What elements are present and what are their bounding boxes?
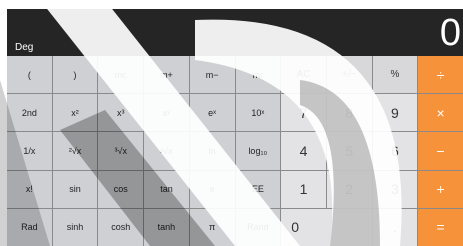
key-2-0[interactable]: 1/x: [7, 132, 52, 170]
display-area: Deg 0: [7, 9, 463, 56]
key-1-9[interactable]: ×: [418, 94, 463, 132]
key-3-2[interactable]: cos: [98, 170, 144, 208]
key-2-8[interactable]: 6: [372, 132, 418, 170]
key-3-4[interactable]: e: [189, 170, 235, 208]
key-0-7[interactable]: +/−: [326, 56, 372, 94]
key-3-3[interactable]: tan: [144, 170, 189, 208]
angle-mode-indicator: Deg: [15, 42, 34, 53]
key-4-6[interactable]: 0: [281, 208, 372, 246]
key-0-2[interactable]: mc: [98, 56, 144, 94]
key-4-2[interactable]: cosh: [98, 208, 144, 246]
key-0-8[interactable]: %: [372, 56, 418, 94]
key-4-4[interactable]: π: [189, 208, 235, 246]
key-1-1[interactable]: x²: [52, 94, 98, 132]
key-3-5[interactable]: EE: [235, 170, 281, 208]
result-display: 0: [439, 12, 461, 54]
key-0-0[interactable]: (: [7, 56, 52, 94]
key-4-5[interactable]: Rand: [235, 208, 281, 246]
key-1-3[interactable]: xʸ: [144, 94, 189, 132]
key-2-6[interactable]: 4: [281, 132, 326, 170]
key-1-0[interactable]: 2nd: [7, 94, 52, 132]
key-3-8[interactable]: 3: [372, 170, 418, 208]
key-0-3[interactable]: m+: [144, 56, 189, 94]
key-2-5[interactable]: log₁₀: [235, 132, 281, 170]
key-4-1[interactable]: sinh: [52, 208, 98, 246]
key-2-9[interactable]: −: [418, 132, 463, 170]
key-2-1[interactable]: ²√x: [52, 132, 98, 170]
key-3-6[interactable]: 1: [281, 170, 326, 208]
key-0-1[interactable]: ): [52, 56, 98, 94]
key-0-5[interactable]: mr: [235, 56, 281, 94]
key-3-9[interactable]: +: [418, 170, 463, 208]
key-0-4[interactable]: m−: [189, 56, 235, 94]
key-0-6[interactable]: AC: [281, 56, 326, 94]
key-2-7[interactable]: 5: [326, 132, 372, 170]
key-2-3[interactable]: ʸ√x: [144, 132, 189, 170]
key-4-0[interactable]: Rad: [7, 208, 52, 246]
key-3-7[interactable]: 2: [326, 170, 372, 208]
key-1-4[interactable]: eˣ: [189, 94, 235, 132]
key-0-9[interactable]: ÷: [418, 56, 463, 94]
key-2-2[interactable]: ³√x: [98, 132, 144, 170]
key-4-3[interactable]: tanh: [144, 208, 189, 246]
key-1-2[interactable]: x³: [98, 94, 144, 132]
calculator: Deg 0 () mc m+ m− mr AC +/−% ÷ 2nd x² x³ xʸ eˣ 10ˣ 7 8 9…: [0, 0, 463, 246]
keypad: () mc m+ m− mr AC +/−% ÷ 2nd x² x³ xʸ eˣ 10ˣ 7 8 9 × 1/x ²√…: [7, 56, 463, 246]
key-2-4[interactable]: ln: [189, 132, 235, 170]
key-1-5[interactable]: 10ˣ: [235, 94, 281, 132]
key-1-7[interactable]: 8: [326, 94, 372, 132]
key-1-8[interactable]: 9: [372, 94, 418, 132]
key-3-0[interactable]: x!: [7, 170, 52, 208]
key-1-6[interactable]: 7: [281, 94, 326, 132]
key-3-1[interactable]: sin: [52, 170, 98, 208]
key-4-8[interactable]: =: [418, 208, 463, 246]
key-4-7[interactable]: .: [372, 208, 418, 246]
